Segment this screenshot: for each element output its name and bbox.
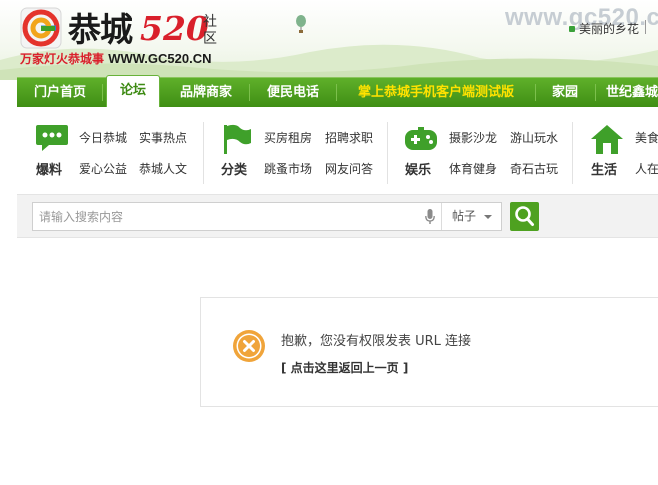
nav-divider [102, 84, 103, 101]
category-title[interactable]: 生活 [591, 159, 617, 178]
category-link[interactable]: 恭城人文 [139, 160, 187, 177]
category-link[interactable]: 人在 [635, 160, 658, 177]
nav-divider [595, 84, 596, 101]
flag-icon[interactable] [220, 123, 252, 155]
category-link[interactable]: 跳蚤市场 [264, 160, 312, 177]
brand-suffix-bottom: 区 [203, 31, 217, 47]
category-title[interactable]: 分类 [221, 159, 247, 178]
nav-divider [535, 84, 536, 101]
home-icon[interactable] [590, 123, 624, 155]
slogan-url: WWW.GC520.CN [108, 51, 212, 66]
category-link[interactable]: 网友问答 [325, 160, 373, 177]
back-link[interactable]: [ 点击这里返回上一页 ] [281, 359, 408, 376]
status-dot-icon [569, 26, 575, 32]
user-status-text: 美丽的乡花 [579, 22, 640, 36]
brand-suffix-top: 社 [203, 14, 217, 30]
category-divider [572, 122, 573, 184]
chevron-down-icon [484, 215, 492, 219]
category-title[interactable]: 爆料 [36, 159, 62, 178]
slogan-text: 万家灯火恭城事 [20, 52, 105, 66]
nav-divider [336, 84, 337, 101]
category-title[interactable]: 娱乐 [405, 159, 431, 178]
category-link[interactable]: 游山玩水 [510, 129, 558, 146]
search-input[interactable] [39, 203, 419, 230]
main-nav: 门户首页 论坛 品牌商家 便民电话 掌上恭城手机客户端测试版 家园 世纪鑫城 [17, 75, 658, 107]
search-icon [515, 206, 534, 226]
chat-bubble-icon[interactable] [35, 123, 69, 153]
error-message: 抱歉，您没有权限发表 URL 连接 [281, 334, 472, 349]
category-group-yule: 娱乐 摄影沙龙 游山玩水 体育健身 奇石古玩 [391, 107, 571, 187]
category-link[interactable]: 体育健身 [449, 160, 497, 177]
category-divider [203, 122, 204, 184]
search-type-dropdown[interactable]: 帖子 [441, 203, 502, 230]
status-divider [645, 20, 646, 34]
category-group-baoliao: 爆料 今日恭城 实事热点 爱心公益 恭城人文 [17, 107, 197, 187]
category-link[interactable]: 实事热点 [139, 129, 187, 146]
gamepad-icon[interactable] [404, 127, 438, 153]
category-link[interactable]: 招聘求职 [325, 129, 373, 146]
nav-century-city[interactable]: 世纪鑫城 [606, 78, 658, 107]
category-link[interactable]: 摄影沙龙 [449, 129, 497, 146]
search-button[interactable] [510, 202, 539, 231]
category-link[interactable]: 买房租房 [264, 129, 312, 146]
nav-brands[interactable]: 品牌商家 [169, 78, 243, 107]
search-box: 帖子 [32, 202, 502, 231]
user-status[interactable]: 美丽的乡花 [569, 20, 639, 37]
category-link[interactable]: 奇石古玩 [510, 160, 558, 177]
brand-name: 恭城 [68, 10, 133, 49]
balloon-icon [296, 15, 306, 33]
category-group-fenlei: 分类 买房租房 招聘求职 跳蚤市场 网友问答 [207, 107, 387, 187]
nav-mobile-client[interactable]: 掌上恭城手机客户端测试版 [345, 78, 527, 107]
search-type-label: 帖子 [452, 209, 477, 223]
category-group-shenghuo: 生活 美食 人在 [576, 107, 658, 187]
category-link[interactable]: 美食 [635, 129, 658, 146]
category-panel: 爆料 今日恭城 实事热点 爱心公益 恭城人文 分类 买房租房 招聘求职 跳蚤市场… [17, 107, 658, 195]
nav-phone[interactable]: 便民电话 [258, 78, 328, 107]
error-icon [233, 330, 265, 362]
slogan: 万家灯火恭城事 WWW.GC520.CN [20, 51, 212, 67]
category-divider [387, 122, 388, 184]
nav-home[interactable]: 门户首页 [25, 78, 95, 107]
nav-home-space[interactable]: 家园 [543, 78, 587, 107]
logo-icon[interactable] [20, 7, 62, 49]
nav-forum[interactable]: 论坛 [106, 75, 160, 107]
search-bar: 帖子 [17, 194, 658, 238]
microphone-icon[interactable] [425, 209, 435, 225]
category-link[interactable]: 爱心公益 [79, 160, 127, 177]
message-box: 抱歉，您没有权限发表 URL 连接 [ 点击这里返回上一页 ] [200, 297, 658, 407]
site-header: 恭城 520 社 区 万家灯火恭城事 WWW.GC520.CN www.gc52… [0, 0, 658, 80]
category-link[interactable]: 今日恭城 [79, 129, 127, 146]
brand-number: 520 [140, 9, 209, 48]
nav-divider [249, 84, 250, 101]
